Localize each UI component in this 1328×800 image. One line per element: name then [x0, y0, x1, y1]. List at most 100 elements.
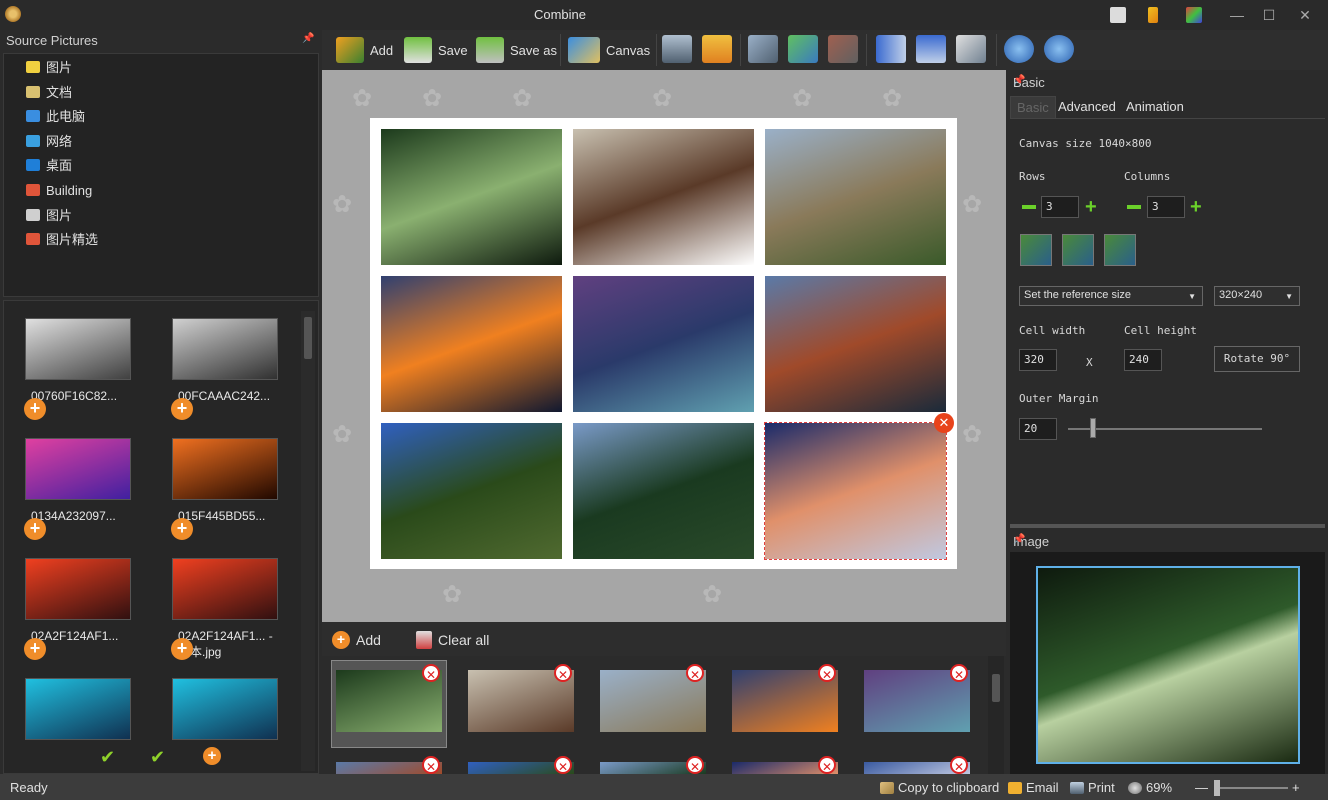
pin-icon[interactable]: 📌	[302, 33, 314, 44]
print-button[interactable]: Print	[1070, 780, 1115, 795]
palette-icon[interactable]	[1186, 7, 1202, 23]
collage-cell[interactable]	[573, 129, 754, 265]
pencil-icon[interactable]	[1148, 7, 1158, 23]
copy-to-clipboard-button[interactable]: Copy to clipboard	[880, 780, 999, 795]
remove-item-icon[interactable]: ✕	[422, 756, 440, 774]
source-thumbnail[interactable]	[172, 678, 278, 740]
layout-preset-icon[interactable]	[1020, 234, 1052, 266]
source-thumbnail[interactable]	[172, 438, 278, 500]
layout-preset-icon[interactable]	[1062, 234, 1094, 266]
remove-item-icon[interactable]: ✕	[422, 664, 440, 682]
remove-item-icon[interactable]: ✕	[686, 664, 704, 682]
clear-all-button[interactable]: Clear all	[416, 631, 489, 649]
columns-increase-button[interactable]: +	[1190, 197, 1202, 217]
paste-icon[interactable]	[828, 35, 858, 63]
copy-icon[interactable]	[788, 35, 818, 63]
flip-vertical-icon[interactable]	[916, 35, 946, 63]
rows-decrease-button[interactable]	[1022, 205, 1036, 209]
email-button[interactable]: Email	[1008, 780, 1059, 795]
zoom-out-icon[interactable]	[1044, 35, 1074, 63]
minimize-button[interactable]: —	[1222, 4, 1252, 26]
save-button[interactable]: Save	[404, 34, 468, 66]
zoom-in-icon[interactable]	[1004, 35, 1034, 63]
tree-item[interactable]: 文档	[26, 83, 72, 103]
collage-cell[interactable]	[764, 422, 947, 560]
source-thumbnail[interactable]	[25, 678, 131, 740]
rotate-icon[interactable]	[956, 35, 986, 63]
collage-canvas[interactable]	[370, 118, 957, 569]
source-thumbnail[interactable]	[172, 558, 278, 620]
outer-margin-slider-handle[interactable]	[1090, 418, 1096, 438]
collage-cell[interactable]	[381, 129, 562, 265]
add-to-list-icon[interactable]: +	[171, 398, 193, 420]
collage-cell[interactable]	[765, 276, 946, 412]
tree-item[interactable]: 图片	[26, 58, 72, 78]
remove-item-icon[interactable]: ✕	[818, 756, 836, 774]
add-to-list-icon[interactable]: +	[171, 518, 193, 540]
tree-item[interactable]: 此电脑	[26, 107, 85, 127]
panel-splitter[interactable]	[1010, 524, 1325, 528]
image-list-scrollbar[interactable]	[988, 656, 1004, 774]
tab-animation[interactable]: Animation	[1120, 96, 1190, 118]
tab-advanced[interactable]: Advanced	[1052, 96, 1122, 118]
zoom-out-button[interactable]: —	[1195, 780, 1208, 795]
maximize-button[interactable]: ☐	[1254, 4, 1284, 26]
add-to-list-icon[interactable]: +	[24, 638, 46, 660]
remove-cell-icon[interactable]: ✕	[934, 413, 954, 433]
scrollbar-thumb[interactable]	[304, 317, 312, 359]
image-list[interactable]: ✕ ✕ ✕ ✕ ✕ ✕ ✕ ✕ ✕ ✕	[322, 656, 1006, 774]
print-icon[interactable]	[662, 35, 692, 63]
tab-basic[interactable]: Basic	[1010, 96, 1056, 118]
collage-cell[interactable]	[381, 276, 562, 412]
zoom-slider-handle[interactable]	[1214, 780, 1220, 796]
folder-tree[interactable]: 图片 文档 此电脑 网络 桌面 Building 图片 图片精选	[3, 53, 319, 297]
source-thumbnail[interactable]	[25, 558, 131, 620]
zoom-slider-track[interactable]	[1220, 787, 1288, 789]
document-icon[interactable]	[1110, 7, 1126, 23]
flip-horizontal-icon[interactable]	[876, 35, 906, 63]
list-add-button[interactable]: + Add	[332, 631, 381, 649]
remove-item-icon[interactable]: ✕	[950, 664, 968, 682]
add-button[interactable]: Add	[336, 34, 393, 66]
reference-size-select[interactable]: Set the reference size ▼	[1019, 286, 1203, 306]
check-icon[interactable]: ✔	[100, 747, 115, 768]
source-thumbnail[interactable]	[172, 318, 278, 380]
tree-item[interactable]: 桌面	[26, 156, 72, 176]
pin-icon[interactable]: 📌	[1013, 534, 1025, 545]
add-all-icon[interactable]: +	[203, 747, 221, 765]
add-to-list-icon[interactable]: +	[24, 398, 46, 420]
rotate-90-button[interactable]: Rotate 90°	[1214, 346, 1300, 372]
scrollbar-thumb[interactable]	[992, 674, 1000, 702]
outer-margin-input[interactable]: 20	[1019, 418, 1057, 440]
rows-input[interactable]: 3	[1041, 196, 1079, 218]
pin-icon[interactable]: 📌	[1013, 75, 1025, 86]
remove-item-icon[interactable]: ✕	[950, 756, 968, 774]
remove-item-icon[interactable]: ✕	[818, 664, 836, 682]
check-all-icon[interactable]: ✔	[150, 747, 165, 768]
tree-item[interactable]: 图片	[26, 206, 72, 226]
zoom-in-button[interactable]: +	[1292, 780, 1300, 795]
tree-item[interactable]: Building	[26, 181, 92, 201]
remove-item-icon[interactable]: ✕	[554, 756, 572, 774]
remove-item-icon[interactable]: ✕	[686, 756, 704, 774]
rows-increase-button[interactable]: +	[1085, 197, 1097, 217]
cut-icon[interactable]	[748, 35, 778, 63]
source-thumbnail[interactable]	[25, 438, 131, 500]
size-preset-select[interactable]: 320×240 ▼	[1214, 286, 1300, 306]
remove-item-icon[interactable]: ✕	[554, 664, 572, 682]
add-to-list-icon[interactable]: +	[24, 518, 46, 540]
email-icon[interactable]	[702, 35, 732, 63]
save-as-button[interactable]: Save as	[476, 34, 557, 66]
columns-decrease-button[interactable]	[1127, 205, 1141, 209]
cell-width-input[interactable]: 320	[1019, 349, 1057, 371]
add-to-list-icon[interactable]: +	[171, 638, 193, 660]
collage-cell[interactable]	[381, 423, 562, 559]
source-list-scrollbar[interactable]	[301, 311, 315, 771]
close-button[interactable]: ✕	[1290, 4, 1320, 26]
collage-cell[interactable]	[765, 129, 946, 265]
source-thumbnail[interactable]	[25, 318, 131, 380]
outer-margin-slider-track[interactable]	[1068, 428, 1262, 430]
columns-input[interactable]: 3	[1147, 196, 1185, 218]
tree-item[interactable]: 图片精选	[26, 230, 98, 250]
collage-cell[interactable]	[573, 423, 754, 559]
